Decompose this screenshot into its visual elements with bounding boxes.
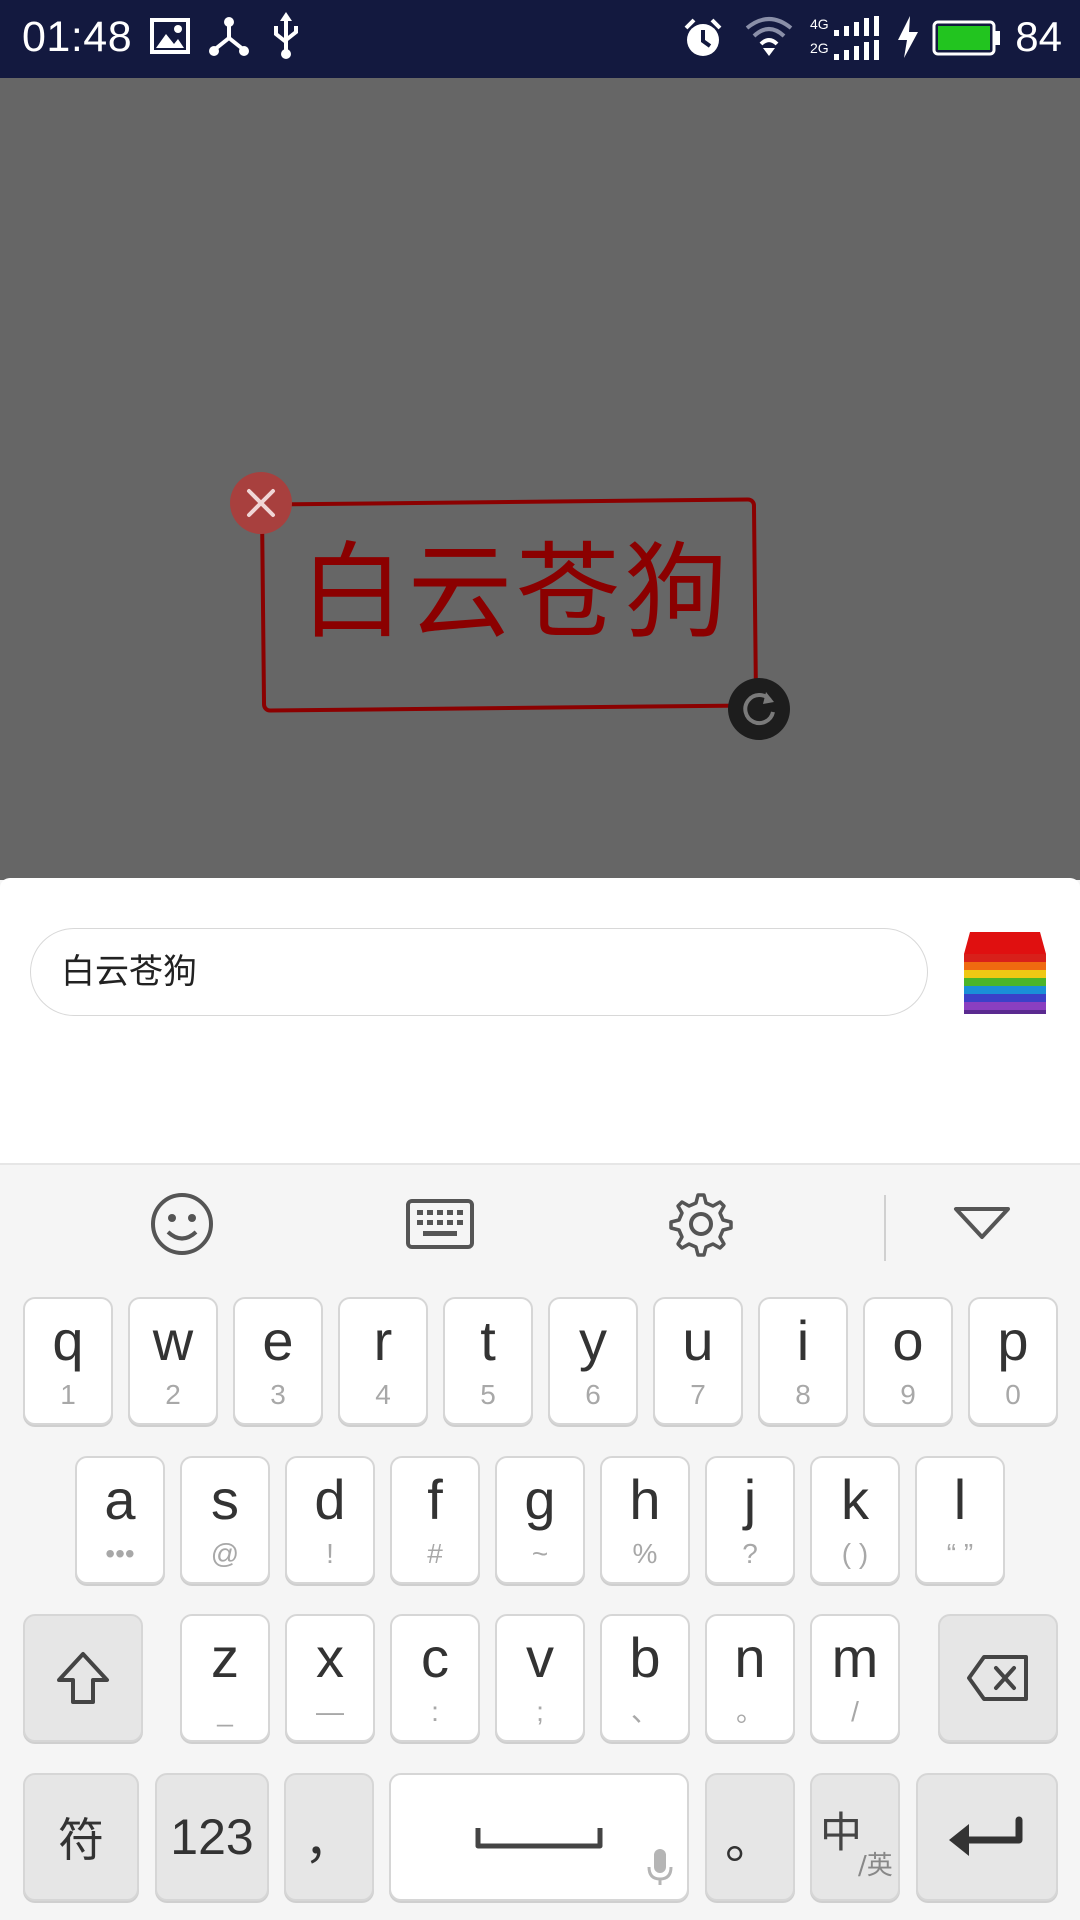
numbers-key[interactable]: 123: [155, 1773, 269, 1901]
key-d[interactable]: d!: [285, 1456, 375, 1584]
status-time: 01:48: [22, 13, 133, 61]
key-j[interactable]: j?: [705, 1456, 795, 1584]
sticker-delete-button[interactable]: [230, 472, 292, 534]
key-w[interactable]: w2: [128, 1297, 218, 1425]
collapse-keyboard-icon[interactable]: [947, 1189, 1017, 1259]
key-v[interactable]: v;: [495, 1614, 585, 1742]
enter-key[interactable]: [916, 1773, 1058, 1901]
sticker-canvas[interactable]: [0, 78, 1080, 880]
key-t[interactable]: t5: [443, 1297, 533, 1425]
sticker-rotate-handle[interactable]: [728, 678, 790, 740]
backspace-key[interactable]: [938, 1614, 1058, 1742]
sticker-text[interactable]: 白云苍狗: [300, 540, 732, 644]
alarm-icon: [684, 18, 722, 56]
key-f[interactable]: f #: [390, 1456, 480, 1584]
key-m[interactable]: m /: [810, 1614, 900, 1742]
space-key[interactable]: [389, 1773, 689, 1901]
sticker-text-input[interactable]: 白云苍狗: [30, 928, 928, 1016]
key-a[interactable]: a •••: [75, 1456, 165, 1584]
key-o[interactable]: o9: [863, 1297, 953, 1425]
close-icon: [247, 489, 275, 517]
key-p[interactable]: p0: [968, 1297, 1058, 1425]
key-n[interactable]: n。: [705, 1614, 795, 1742]
keyboard-toolbar: [0, 1165, 1080, 1285]
wifi-icon: [745, 17, 793, 56]
text-editor-panel: 白云苍狗: [0, 878, 1080, 1164]
key-x[interactable]: x —: [285, 1614, 375, 1742]
key-b[interactable]: b、: [600, 1614, 690, 1742]
emoji-icon[interactable]: [147, 1189, 217, 1259]
key-l[interactable]: l “ ”: [915, 1456, 1005, 1584]
charging-icon: [898, 16, 918, 58]
key-s[interactable]: s @: [180, 1456, 270, 1584]
microphone-icon: [647, 1849, 673, 1885]
symbols-key[interactable]: 符: [23, 1773, 139, 1901]
share-network-icon: [209, 17, 249, 56]
shift-key[interactable]: [23, 1614, 143, 1742]
key-h[interactable]: h%: [600, 1456, 690, 1584]
key-z[interactable]: z _: [180, 1614, 270, 1742]
battery-percentage: 84: [1015, 13, 1062, 60]
rainbow-color-stack-icon[interactable]: [964, 930, 1046, 1014]
key-g[interactable]: g ~: [495, 1456, 585, 1584]
comma-key[interactable]: ，: [284, 1773, 374, 1901]
backspace-icon: [967, 1655, 1028, 1701]
rotate-icon: [743, 692, 775, 726]
status-bar: 01:48 4G 2G 84: [0, 0, 1080, 78]
space-bar-icon: [475, 1828, 603, 1849]
key-r[interactable]: r4: [338, 1297, 428, 1425]
signal-icon: 4G 2G: [810, 16, 890, 62]
key-u[interactable]: u7: [653, 1297, 743, 1425]
period-key[interactable]: 。: [705, 1773, 795, 1901]
keyboard-icon[interactable]: [405, 1189, 475, 1259]
enter-arrow-icon: [949, 1816, 1023, 1856]
toolbar-separator: [884, 1195, 886, 1261]
settings-gear-icon[interactable]: [663, 1189, 733, 1259]
key-e[interactable]: e3: [233, 1297, 323, 1425]
usb-icon: [274, 12, 298, 59]
image-icon: [150, 18, 190, 54]
key-i[interactable]: i8: [758, 1297, 848, 1425]
language-toggle-key[interactable]: 中 /英: [810, 1773, 900, 1901]
key-q[interactable]: q1: [23, 1297, 113, 1425]
key-k[interactable]: k( ): [810, 1456, 900, 1584]
battery-icon: [932, 20, 1000, 56]
key-c[interactable]: c:: [390, 1614, 480, 1742]
shift-arrow-icon: [57, 1652, 109, 1704]
key-y[interactable]: y6: [548, 1297, 638, 1425]
